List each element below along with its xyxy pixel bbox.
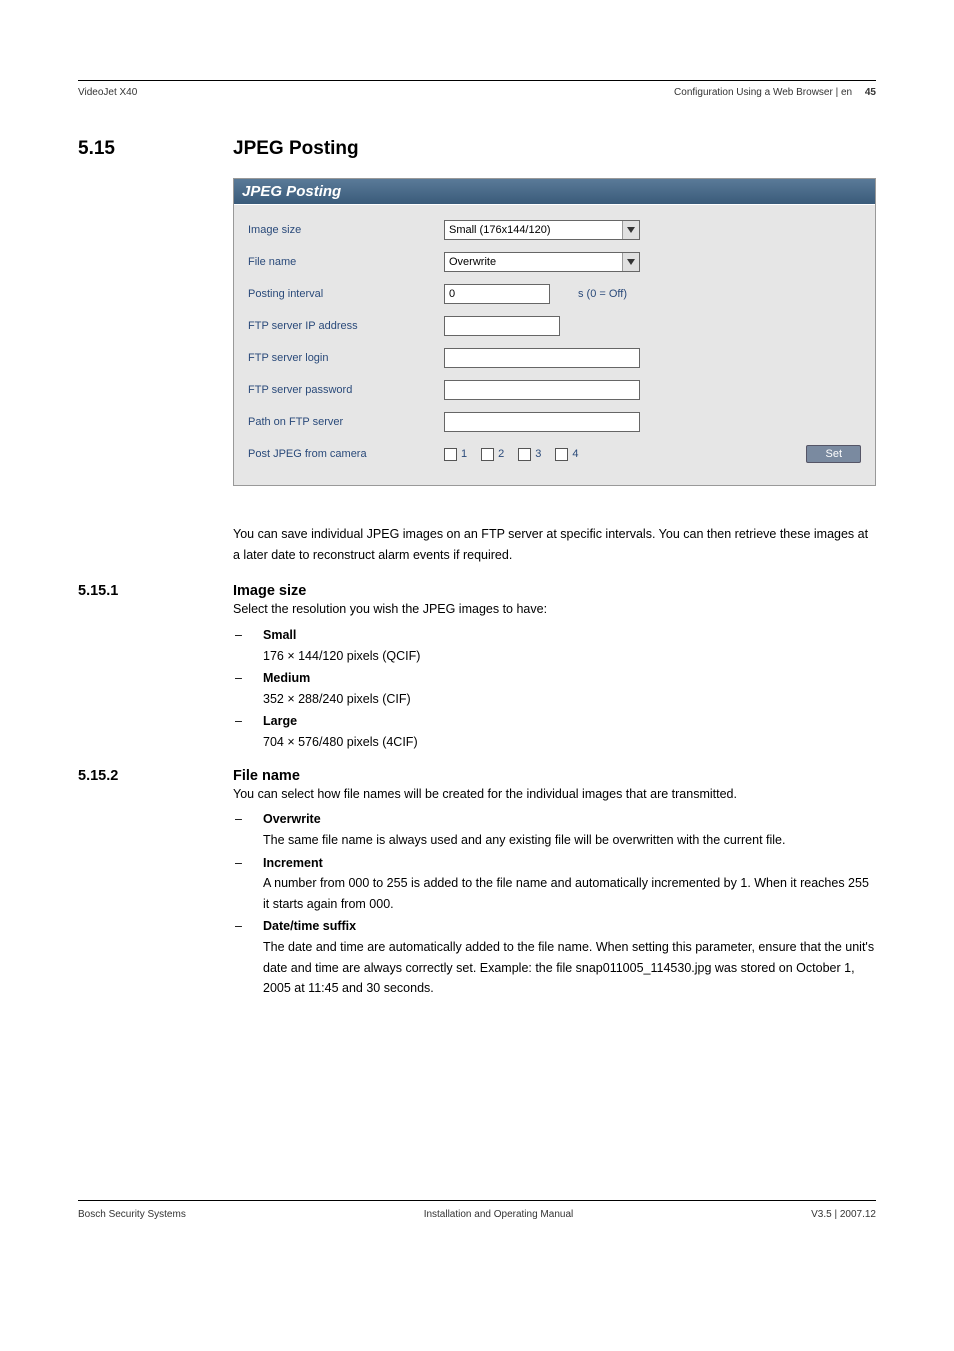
- option-label: Date/time suffix: [263, 919, 356, 933]
- footer-left: Bosch Security Systems: [78, 1209, 186, 1220]
- page-header: VideoJet X40 Configuration Using a Web B…: [78, 87, 876, 98]
- camera-3-label: 3: [535, 448, 541, 460]
- option-desc: The same file name is always used and an…: [263, 830, 876, 851]
- header-right: Configuration Using a Web Browser | en: [674, 87, 852, 98]
- footer-center: Installation and Operating Manual: [424, 1209, 574, 1220]
- list-item: – Large 704 × 576/480 pixels (4CIF): [233, 710, 876, 753]
- option-desc: 704 × 576/480 pixels (4CIF): [263, 732, 876, 753]
- label-image-size: Image size: [248, 224, 444, 236]
- option-desc: The date and time are automatically adde…: [263, 937, 876, 999]
- camera-4-label: 4: [572, 448, 578, 460]
- panel-title: JPEG Posting: [234, 179, 875, 205]
- sub2-lead: You can select how file names will be cr…: [233, 784, 876, 805]
- dash-icon: –: [233, 916, 263, 999]
- camera-1-label: 1: [461, 448, 467, 460]
- jpeg-posting-panel: JPEG Posting Image size Small (176x144/1…: [233, 178, 876, 486]
- option-label: Overwrite: [263, 812, 321, 826]
- sub1-lead: Select the resolution you wish the JPEG …: [233, 599, 876, 620]
- subsection-number: 5.15.1: [78, 583, 233, 599]
- file-name-value: Overwrite: [449, 256, 496, 268]
- page-footer: Bosch Security Systems Installation and …: [78, 1200, 876, 1220]
- footer-right: V3.5 | 2007.12: [811, 1209, 876, 1220]
- image-size-select[interactable]: Small (176x144/120): [444, 220, 640, 240]
- list-item: – Overwrite The same file name is always…: [233, 808, 876, 851]
- option-desc: 352 × 288/240 pixels (CIF): [263, 689, 876, 710]
- list-item: – Medium 352 × 288/240 pixels (CIF): [233, 667, 876, 710]
- option-desc: A number from 000 to 255 is added to the…: [263, 873, 876, 914]
- file-name-select[interactable]: Overwrite: [444, 252, 640, 272]
- set-button[interactable]: Set: [806, 445, 861, 463]
- dash-icon: –: [233, 809, 263, 850]
- option-label: Medium: [263, 671, 310, 685]
- list-item: – Increment A number from 000 to 255 is …: [233, 852, 876, 916]
- label-post-from-camera: Post JPEG from camera: [248, 448, 444, 460]
- option-label: Increment: [263, 856, 323, 870]
- camera-4-checkbox[interactable]: [555, 448, 568, 461]
- label-ftp-login: FTP server login: [248, 352, 444, 364]
- section-title: JPEG Posting: [233, 138, 359, 160]
- ftp-password-input[interactable]: [444, 380, 640, 400]
- page-number: 45: [865, 87, 876, 98]
- interval-suffix: s (0 = Off): [578, 288, 627, 300]
- image-size-value: Small (176x144/120): [449, 224, 551, 236]
- chevron-down-icon: [622, 221, 639, 239]
- header-left: VideoJet X40: [78, 87, 137, 98]
- camera-1-checkbox[interactable]: [444, 448, 457, 461]
- option-label: Small: [263, 628, 296, 642]
- ftp-login-input[interactable]: [444, 348, 640, 368]
- intro-paragraph: You can save individual JPEG images on a…: [233, 524, 876, 565]
- list-item: – Small 176 × 144/120 pixels (QCIF): [233, 624, 876, 667]
- camera-3-checkbox[interactable]: [518, 448, 531, 461]
- camera-2-checkbox[interactable]: [481, 448, 494, 461]
- label-ftp-path: Path on FTP server: [248, 416, 444, 428]
- dash-icon: –: [233, 711, 263, 752]
- dash-icon: –: [233, 668, 263, 709]
- ftp-ip-input[interactable]: [444, 316, 560, 336]
- subsection-number: 5.15.2: [78, 768, 233, 784]
- option-label: Large: [263, 714, 297, 728]
- section-number: 5.15: [78, 138, 233, 160]
- chevron-down-icon: [622, 253, 639, 271]
- label-ftp-ip: FTP server IP address: [248, 320, 444, 332]
- list-item: – Date/time suffix The date and time are…: [233, 915, 876, 1000]
- posting-interval-input[interactable]: 0: [444, 284, 550, 304]
- label-file-name: File name: [248, 256, 444, 268]
- label-ftp-password: FTP server password: [248, 384, 444, 396]
- dash-icon: –: [233, 853, 263, 915]
- dash-icon: –: [233, 625, 263, 666]
- subsection-title: Image size: [233, 583, 306, 599]
- subsection-title: File name: [233, 768, 300, 784]
- label-posting-interval: Posting interval: [248, 288, 444, 300]
- option-desc: 176 × 144/120 pixels (QCIF): [263, 646, 876, 667]
- ftp-path-input[interactable]: [444, 412, 640, 432]
- camera-2-label: 2: [498, 448, 504, 460]
